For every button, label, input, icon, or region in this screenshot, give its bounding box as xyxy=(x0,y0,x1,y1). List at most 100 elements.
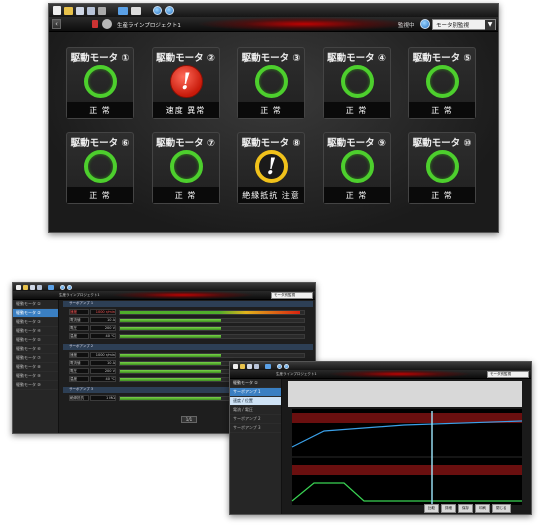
lower-alarm-band xyxy=(292,465,522,475)
save-as-icon[interactable] xyxy=(37,284,42,290)
sidebar-item-motor[interactable]: 駆動モータ ① xyxy=(13,300,58,309)
graph-tab-button[interactable]: 保存 xyxy=(458,504,473,513)
status-ok-ring-icon xyxy=(84,65,117,98)
graph-sidebar-item[interactable]: 速度 / 位置 xyxy=(230,397,281,406)
graph-tab-button[interactable]: 詳細 xyxy=(441,504,456,513)
new-file-icon[interactable] xyxy=(233,363,238,369)
new-file-icon[interactable] xyxy=(16,284,21,290)
motor-tile[interactable]: 駆動モータ ④ 正 常 xyxy=(322,47,391,119)
help-icon[interactable] xyxy=(277,363,282,369)
trash-icon[interactable] xyxy=(92,20,98,28)
device-icon[interactable] xyxy=(118,6,128,15)
motor-name: 駆動モータ ③ xyxy=(241,53,301,64)
motor-tile[interactable]: 駆動モータ ⑦ 正 常 xyxy=(151,132,220,204)
title-glow xyxy=(330,370,470,378)
project-title: 生産ラインプロジェクト1 xyxy=(117,23,181,29)
monitor-mode-value: モータ別監視 xyxy=(274,293,295,297)
motor-tile[interactable]: 駆動モータ ②! 速度 異常 xyxy=(151,47,220,119)
sidebar-item-motor[interactable]: 駆動モータ ⑦ xyxy=(13,354,58,363)
info-icon[interactable] xyxy=(67,284,72,290)
graph-sidebar-item[interactable]: サーボアンプ 2 xyxy=(230,415,281,424)
measure-bar-fill xyxy=(120,335,222,338)
sidebar-item-motor[interactable]: 駆動モータ ⑥ xyxy=(13,345,58,354)
open-folder-icon[interactable] xyxy=(64,6,73,15)
motor-name: 駆動モータ ④ xyxy=(327,53,386,64)
motor-tile[interactable]: 駆動モータ ① 正 常 xyxy=(66,47,134,119)
graph-sidebar-item[interactable]: サーボアンプ 1 xyxy=(230,388,281,397)
measure-bar-fill xyxy=(120,319,222,322)
sidebar-item-motor[interactable]: 駆動モータ ⑤ xyxy=(13,336,58,345)
graph-tab-button[interactable]: 閉じる xyxy=(492,504,511,513)
help-icon[interactable] xyxy=(60,284,65,290)
measure-bar-fill xyxy=(120,327,222,330)
status-ok-ring-icon xyxy=(84,150,117,183)
save-icon[interactable] xyxy=(76,6,84,15)
graph-sidebar-item[interactable]: サーボアンプ 3 xyxy=(230,424,281,433)
measure-bar-fill xyxy=(120,362,222,365)
project-title: 生産ラインプロジェクト1 xyxy=(276,372,317,376)
new-file-icon[interactable] xyxy=(53,6,61,15)
settings-gear-icon[interactable] xyxy=(102,19,112,29)
graph-chart xyxy=(291,409,523,505)
back-button[interactable]: ‹ xyxy=(52,19,61,29)
graph-sidebar-item[interactable]: 電流 / 電圧 xyxy=(230,406,281,415)
info-icon[interactable] xyxy=(284,363,289,369)
device-icon[interactable] xyxy=(265,363,271,369)
motor-tile[interactable]: 駆動モータ ⑤ 正 常 xyxy=(408,47,476,119)
sidebar-item-motor[interactable]: 駆動モータ ② xyxy=(13,309,58,318)
measure-bar-fill xyxy=(120,378,222,381)
motor-tile[interactable]: 駆動モータ ③ 正 常 xyxy=(237,47,305,119)
motor-name: 駆動モータ ⑩ xyxy=(412,138,472,149)
motor-tile[interactable]: 駆動モータ ⑥ 正 常 xyxy=(66,132,134,204)
monitor-mode-select[interactable]: モータ別監視 xyxy=(487,371,529,378)
chevron-down-icon[interactable]: ▼ xyxy=(485,19,495,30)
graph-tab-button[interactable]: 比較 xyxy=(424,504,439,513)
exclamation-mark: ! xyxy=(266,153,277,180)
open-folder-icon[interactable] xyxy=(240,363,245,369)
motor-status-label: 正 常 xyxy=(152,187,219,203)
save-as-icon[interactable] xyxy=(254,363,259,369)
measure-label: 電圧 xyxy=(69,325,89,331)
measure-value: 1 MΩ xyxy=(90,395,116,401)
exclamation-mark: ! xyxy=(181,68,191,95)
monitor-mode-select[interactable]: モータ別監視 xyxy=(271,292,313,299)
info-icon[interactable] xyxy=(165,6,174,15)
help-icon[interactable] xyxy=(153,6,162,15)
servo-section-header[interactable]: サーボアンプ 2 xyxy=(63,344,313,350)
scissors-icon[interactable] xyxy=(98,6,106,15)
motor-status-label: 速度 異常 xyxy=(152,102,219,118)
motor-name: 駆動モータ ⑦ xyxy=(156,138,215,149)
sidebar-item-motor[interactable]: 駆動モータ ③ xyxy=(13,318,58,327)
sidebar-item-motor[interactable]: 駆動モータ ⑨ xyxy=(13,372,58,381)
graph-window: 生産ラインプロジェクト1 モータ別監視 駆動モータ ① サーボアンプ 1 速度 /… xyxy=(229,361,532,515)
motor-status-label: 正 常 xyxy=(323,187,390,203)
chart-icon[interactable] xyxy=(131,6,141,15)
measure-bar-fill xyxy=(120,354,222,357)
sidebar-item-motor[interactable]: 駆動モータ ⑩ xyxy=(13,381,58,390)
monitor-mode-select[interactable]: モータ別監視 ▼ xyxy=(432,19,496,30)
save-as-icon[interactable] xyxy=(87,6,95,15)
title-glow xyxy=(113,291,253,299)
measure-bar xyxy=(119,334,305,339)
sidebar-item-motor[interactable]: 駆動モータ ④ xyxy=(13,327,58,336)
motor-tile[interactable]: 駆動モータ ⑩ 正 常 xyxy=(408,132,476,204)
open-folder-icon[interactable] xyxy=(23,284,28,290)
save-icon[interactable] xyxy=(247,363,252,369)
main-toolbar xyxy=(49,4,498,17)
measure-value: 1000 r/min xyxy=(90,309,116,315)
graph-tab-button[interactable]: 印刷 xyxy=(475,504,490,513)
status-ok-ring-icon xyxy=(169,150,203,183)
servo-section-header[interactable]: サーボアンプ 1 xyxy=(63,301,313,307)
measure-value: 10 A xyxy=(90,317,116,323)
graph-bottom-tabs: 比較 詳細 保存 印刷 閉じる xyxy=(424,504,511,513)
sidebar-item-motor[interactable]: 駆動モータ ⑧ xyxy=(13,363,58,372)
main-monitor-window: ‹ 生産ラインプロジェクト1 監視中 モータ別監視 ▼ 駆動モータ ①正 常駆動… xyxy=(48,3,499,233)
motor-tile[interactable]: 駆動モータ ⑧! 絶縁抵抗 注意 xyxy=(237,132,305,204)
save-icon[interactable] xyxy=(30,284,35,290)
monitor-mode-icon[interactable] xyxy=(420,19,430,29)
motor-tile[interactable]: 駆動モータ ⑨ 正 常 xyxy=(322,132,391,204)
device-icon[interactable] xyxy=(48,284,54,290)
monitor-mode-value: モータ別監視 xyxy=(436,22,470,29)
measure-label: 速度 xyxy=(69,352,89,358)
title-glow xyxy=(199,17,409,31)
